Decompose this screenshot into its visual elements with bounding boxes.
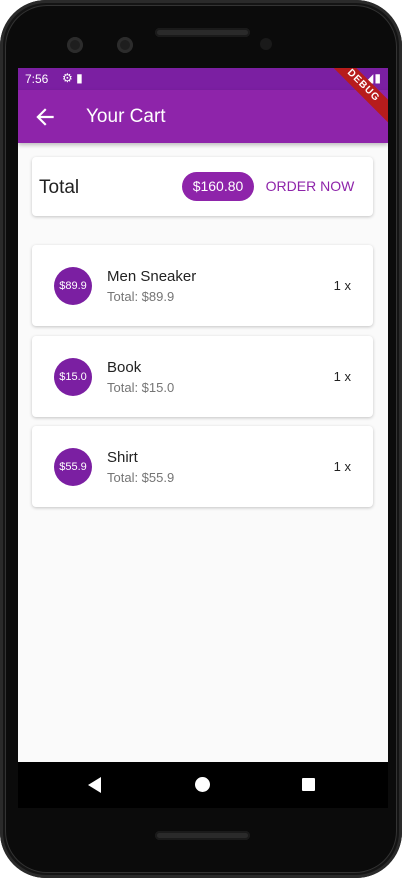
proximity-sensor (260, 38, 272, 50)
item-total: Total: $55.9 (107, 470, 175, 485)
total-summary-card: Total $160.80 ORDER NOW (32, 157, 373, 216)
item-total: Total: $89.9 (107, 289, 175, 304)
front-sensor-icon (117, 37, 133, 53)
arrow-left-icon[interactable] (32, 104, 58, 130)
nav-home-icon[interactable] (195, 777, 210, 792)
total-label: Total (39, 177, 80, 198)
item-name: Men Sneaker (107, 268, 197, 285)
item-price-avatar: $89.9 (54, 267, 92, 305)
app-bar: Your Cart (18, 90, 388, 143)
cart-item[interactable]: $15.0 Book Total: $15.0 1 x (32, 336, 373, 417)
cart-item[interactable]: $55.9 Shirt Total: $55.9 1 x (32, 426, 373, 507)
system-navigation-bar (18, 762, 388, 808)
bottom-speaker (155, 831, 250, 840)
front-camera-icon (67, 37, 83, 53)
item-price-avatar: $55.9 (54, 448, 92, 486)
order-now-button[interactable]: ORDER NOW (262, 172, 358, 201)
status-time: 7:56 (25, 72, 49, 86)
app-screen: 7:56 ⚙ ▮ ▾◢▮ DEBUG Your Cart Total $160.… (18, 68, 388, 808)
phone-frame: 7:56 ⚙ ▮ ▾◢▮ DEBUG Your Cart Total $160.… (0, 0, 402, 878)
item-quantity: 1 x (333, 369, 351, 384)
nav-recents-icon[interactable] (302, 778, 315, 791)
status-bar: 7:56 ⚙ ▮ ▾◢▮ (18, 68, 388, 90)
nav-back-icon[interactable] (88, 777, 101, 793)
item-name: Shirt (107, 449, 138, 466)
item-quantity: 1 x (333, 278, 351, 293)
total-amount-chip: $160.80 (182, 172, 254, 201)
item-name: Book (107, 359, 142, 376)
item-quantity: 1 x (333, 459, 351, 474)
page-title: Your Cart (86, 106, 166, 127)
item-price-avatar: $15.0 (54, 358, 92, 396)
earpiece-speaker (155, 28, 250, 37)
status-notification-icons: ⚙ ▮ (62, 71, 83, 85)
item-total: Total: $15.0 (107, 380, 175, 395)
cart-item[interactable]: $89.9 Men Sneaker Total: $89.9 1 x (32, 245, 373, 326)
